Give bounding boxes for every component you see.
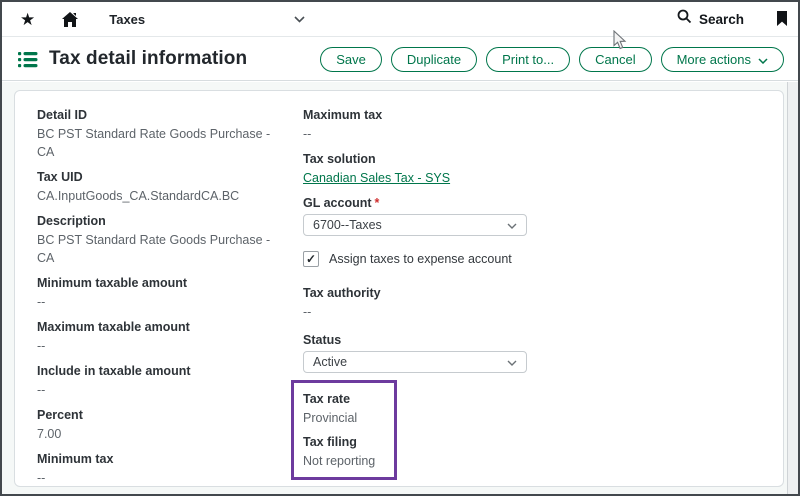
field-label: Tax filing <box>303 433 386 451</box>
field-value: -- <box>37 293 277 311</box>
entity-dropdown-label: Taxes <box>109 12 145 27</box>
field-maximum-taxable-amount: Maximum taxable amount -- <box>37 318 277 355</box>
field-label: Percent <box>37 406 277 424</box>
field-label: Tax rate <box>303 390 386 408</box>
content-area: Detail ID BC PST Standard Rate Goods Pur… <box>2 82 798 494</box>
app-window: ★ Taxes Search <box>0 0 800 496</box>
search-label: Search <box>699 12 744 27</box>
field-label: Include in taxable amount <box>37 362 277 380</box>
field-label: Maximum taxable amount <box>37 318 277 336</box>
home-icon[interactable] <box>61 11 79 28</box>
checkbox-label: Assign taxes to expense account <box>329 252 512 266</box>
field-detail-id: Detail ID BC PST Standard Rate Goods Pur… <box>37 106 277 161</box>
star-icon[interactable]: ★ <box>20 11 35 28</box>
field-tax-filing: Tax filing Not reporting <box>303 433 386 470</box>
bookmark-icon[interactable] <box>776 11 788 27</box>
vertical-scrollbar[interactable] <box>787 82 798 494</box>
field-label: Status <box>303 331 551 349</box>
field-value: 7.00 <box>37 425 277 443</box>
more-actions-label: More actions <box>677 52 751 67</box>
field-value: CA.InputGoods_CA.StandardCA.BC <box>37 187 277 205</box>
field-value: -- <box>303 303 551 321</box>
field-label: Tax solution <box>303 150 551 168</box>
field-label: Detail ID <box>37 106 277 124</box>
field-minimum-tax: Minimum tax -- <box>37 450 277 487</box>
field-description: Description BC PST Standard Rate Goods P… <box>37 212 277 267</box>
field-label: Minimum taxable amount <box>37 274 277 292</box>
assign-taxes-checkbox[interactable]: ✓ <box>303 251 319 267</box>
status-select[interactable]: Active <box>303 351 527 373</box>
duplicate-button[interactable]: Duplicate <box>391 47 477 72</box>
field-value: -- <box>37 381 277 399</box>
required-marker: * <box>375 196 380 210</box>
record-list-icon[interactable] <box>18 51 38 68</box>
more-actions-button[interactable]: More actions <box>661 47 784 72</box>
field-value: BC PST Standard Rate Goods Purchase - CA <box>37 125 277 161</box>
tax-detail-card: Detail ID BC PST Standard Rate Goods Pur… <box>14 90 784 487</box>
save-button[interactable]: Save <box>320 47 382 72</box>
field-percent: Percent 7.00 <box>37 406 277 443</box>
highlight-annotation-box: Tax rate Provincial Tax filing Not repor… <box>291 380 397 480</box>
selected-value: Active <box>313 355 347 369</box>
chevron-down-icon <box>758 52 768 67</box>
gl-account-select[interactable]: 6700--Taxes <box>303 214 527 236</box>
chevron-down-icon <box>507 216 517 234</box>
search-icon <box>677 9 692 29</box>
field-value: -- <box>37 337 277 355</box>
assign-taxes-checkbox-row: ✓ Assign taxes to expense account <box>303 251 551 267</box>
page-header: Tax detail information Save Duplicate Pr… <box>2 38 798 81</box>
form-column-left: Detail ID BC PST Standard Rate Goods Pur… <box>37 106 277 494</box>
field-tax-uid: Tax UID CA.InputGoods_CA.StandardCA.BC <box>37 168 277 205</box>
field-include-in-taxable-amount: Include in taxable amount -- <box>37 362 277 399</box>
action-button-row: Save Duplicate Print to... Cancel More a… <box>320 47 784 72</box>
top-navigation-bar: ★ Taxes Search <box>2 2 798 37</box>
print-to-button[interactable]: Print to... <box>486 47 570 72</box>
field-tax-rate: Tax rate Provincial <box>303 390 386 427</box>
field-gl-account: GL account* 6700--Taxes <box>303 194 551 236</box>
field-label: Tax UID <box>37 168 277 186</box>
field-label: Tax authority <box>303 284 551 302</box>
field-label: Description <box>37 212 277 230</box>
form-column-right: Maximum tax -- Tax solution Canadian Sal… <box>291 106 551 480</box>
field-tax-authority: Tax authority -- <box>303 284 551 321</box>
tax-solution-link[interactable]: Canadian Sales Tax - SYS <box>303 169 450 187</box>
field-minimum-taxable-amount: Minimum taxable amount -- <box>37 274 277 311</box>
cancel-button[interactable]: Cancel <box>579 47 651 72</box>
field-status: Status Active <box>303 331 551 373</box>
field-value: -- <box>37 469 277 487</box>
page-title: Tax detail information <box>49 48 247 70</box>
field-value: BC PST Standard Rate Goods Purchase - CA <box>37 231 277 267</box>
field-tax-solution: Tax solution Canadian Sales Tax - SYS <box>303 150 551 187</box>
field-label: Minimum tax <box>37 450 277 468</box>
field-label: GL account* <box>303 194 551 212</box>
field-label: Maximum tax <box>303 106 551 124</box>
field-value: Provincial <box>303 409 386 427</box>
chevron-down-icon <box>507 353 517 371</box>
chevron-down-icon <box>294 10 305 28</box>
selected-value: 6700--Taxes <box>313 218 382 232</box>
search-button[interactable]: Search <box>677 9 744 29</box>
field-maximum-tax: Maximum tax -- <box>303 106 551 143</box>
entity-dropdown-taxes[interactable]: Taxes <box>109 10 305 28</box>
field-value: Not reporting <box>303 452 386 470</box>
field-value: -- <box>303 125 551 143</box>
